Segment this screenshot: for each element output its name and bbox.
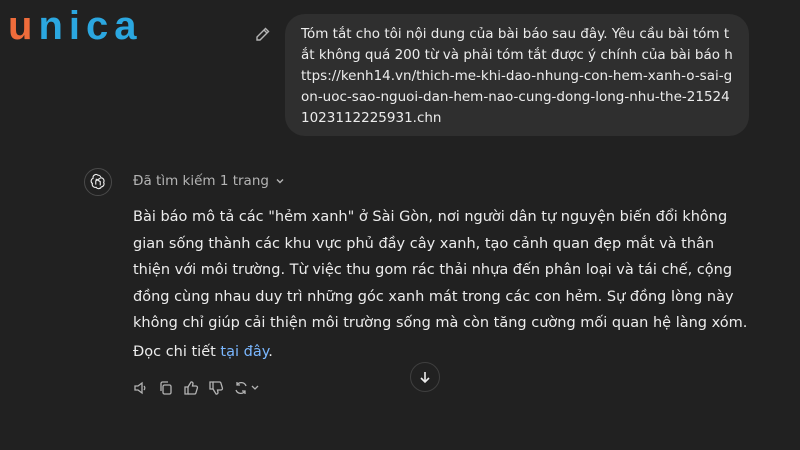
- assistant-answer: Bài báo mô tả các "hẻm xanh" ở Sài Gòn, …: [133, 209, 748, 331]
- arrow-down-icon: [418, 370, 432, 384]
- pencil-icon[interactable]: [255, 26, 271, 42]
- thumbs-up-icon[interactable]: [183, 380, 199, 396]
- user-message-text: Tóm tắt cho tôi nội dung của bài báo sau…: [301, 26, 733, 126]
- message-actions: [133, 380, 261, 396]
- openai-logo-icon: [84, 168, 112, 196]
- regenerate-icon[interactable]: [233, 380, 261, 396]
- search-status-label: Đã tìm kiếm 1 trang: [133, 173, 269, 189]
- user-message-bubble: Tóm tắt cho tôi nội dung của bài báo sau…: [285, 14, 749, 136]
- search-status-toggle[interactable]: Đã tìm kiếm 1 trang: [133, 173, 285, 189]
- copy-icon[interactable]: [158, 380, 174, 396]
- unica-logo: unica: [8, 4, 143, 48]
- read-more-suffix: .: [268, 344, 273, 360]
- read-more-line: Đọc chi tiết tại đây.: [133, 344, 273, 360]
- scroll-down-button[interactable]: [410, 362, 440, 392]
- thumbs-down-icon[interactable]: [208, 380, 224, 396]
- chevron-down-icon: [275, 176, 285, 186]
- read-more-link[interactable]: tại đây: [220, 344, 268, 360]
- read-more-prefix: Đọc chi tiết: [133, 344, 221, 360]
- speaker-icon[interactable]: [133, 380, 149, 396]
